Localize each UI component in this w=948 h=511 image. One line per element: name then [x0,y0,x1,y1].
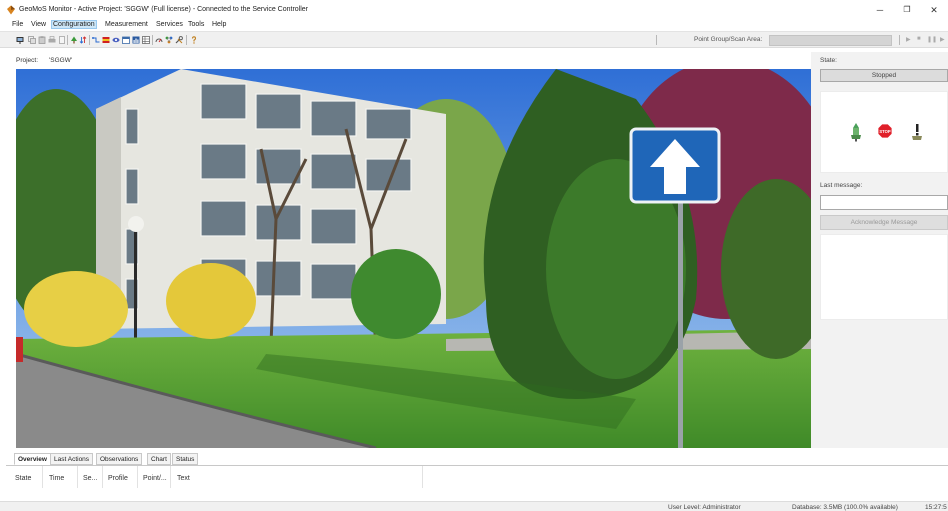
chart-icon[interactable] [132,36,140,44]
tools-icon[interactable] [175,36,183,44]
column-header-text[interactable]: Text [177,475,190,482]
gauge-icon[interactable] [155,36,163,44]
toolbar-separator [67,35,68,45]
paste-icon[interactable] [38,36,46,44]
column-divider[interactable] [42,466,43,488]
toolbar-separator [152,35,153,45]
column-header-severity[interactable]: Se... [83,475,97,482]
toolbar: Point Group/Scan Area: ▶ ■ ❚❚ ▶ [0,31,948,48]
tab-observations[interactable]: Observations [96,453,143,465]
project-row: Project: 'SGGW' [16,57,72,64]
column-divider[interactable] [170,466,171,488]
column-divider[interactable] [102,466,103,488]
menu-configuration[interactable]: Configuration [51,20,97,29]
eye-icon[interactable] [112,36,120,44]
menu-help[interactable]: Help [211,21,227,28]
clock: 15:27:5 [925,504,947,511]
instrument-alert-icon[interactable] [909,122,925,142]
menu-file[interactable]: File [11,21,24,28]
pause-button[interactable]: ❚❚ [927,36,937,43]
flag-icon[interactable] [102,36,110,44]
toolbar-separator [89,35,90,45]
maximize-button[interactable]: ❐ [899,4,915,16]
message-area [820,234,948,320]
next-button[interactable]: ▶ [940,36,945,43]
project-label: Project: [16,57,39,64]
project-value: 'SGGW' [49,57,73,64]
log-list: State Time Se... Profile Point/... Text [6,465,948,501]
tab-last-actions[interactable]: Last Actions [50,453,94,465]
copy-icon[interactable] [28,36,36,44]
point-group-field[interactable] [769,35,892,46]
column-divider[interactable] [137,466,138,488]
stop-button[interactable]: ■ [917,36,921,42]
toolbar-separator [899,35,900,45]
menu-tools[interactable]: Tools [187,21,205,28]
menu-view[interactable]: View [30,21,47,28]
instrument-running-icon[interactable] [848,122,864,142]
menu-bar: File View Configuration Measurement Serv… [0,20,948,31]
database-status: Database: 3.5MB (100.0% available) [792,504,898,511]
sort-icon[interactable] [79,36,87,44]
acknowledge-message-button[interactable]: Acknowledge Message [820,215,948,230]
close-button[interactable]: ✕ [926,4,942,16]
network-icon[interactable] [165,36,173,44]
point-group-label: Point Group/Scan Area: [694,36,763,43]
column-header-profile[interactable]: Profile [108,475,128,482]
user-level: User Level: Administrator [668,504,741,511]
document-icon[interactable] [58,36,66,44]
flow-icon[interactable] [92,36,100,44]
minimize-button[interactable]: ─ [872,4,888,16]
monitor-icon[interactable] [16,36,24,44]
last-message-field [820,195,948,210]
state-label: State: [820,57,837,64]
site-image [16,69,811,448]
column-divider[interactable] [422,466,423,488]
table-icon[interactable] [142,36,150,44]
calendar-icon[interactable] [122,36,130,44]
column-header-time[interactable]: Time [49,475,64,482]
column-header-state[interactable]: State [15,475,31,482]
help-icon[interactable] [190,36,198,44]
geomos-app-icon [7,5,15,15]
tree-icon[interactable] [70,36,78,44]
toolbar-separator [186,35,187,45]
menu-services[interactable]: Services [155,21,184,28]
column-header-point[interactable]: Point/... [143,475,167,482]
tab-chart[interactable]: Chart [147,453,171,465]
print-icon[interactable] [48,36,56,44]
last-message-label: Last message: [820,182,863,189]
column-divider[interactable] [77,466,78,488]
status-bar: User Level: Administrator Database: 3.5M… [0,501,948,511]
tab-overview[interactable]: Overview [14,453,51,465]
stop-icon[interactable]: STOP [877,122,893,142]
state-value: Stopped [820,69,948,82]
menu-measurement[interactable]: Measurement [104,21,149,28]
state-icons-box: STOP [820,91,948,173]
project-photo [16,69,811,448]
title-bar: GeoMoS Monitor - Active Project: 'SGGW' … [0,0,948,20]
tab-status[interactable]: Status [172,453,199,465]
stop-sign-text: STOP [879,129,891,134]
window-title: GeoMoS Monitor - Active Project: 'SGGW' … [19,6,308,13]
play-button[interactable]: ▶ [906,36,911,43]
state-panel: State: Stopped STOP Last message: Acknow… [815,52,948,320]
toolbar-separator [656,35,657,45]
